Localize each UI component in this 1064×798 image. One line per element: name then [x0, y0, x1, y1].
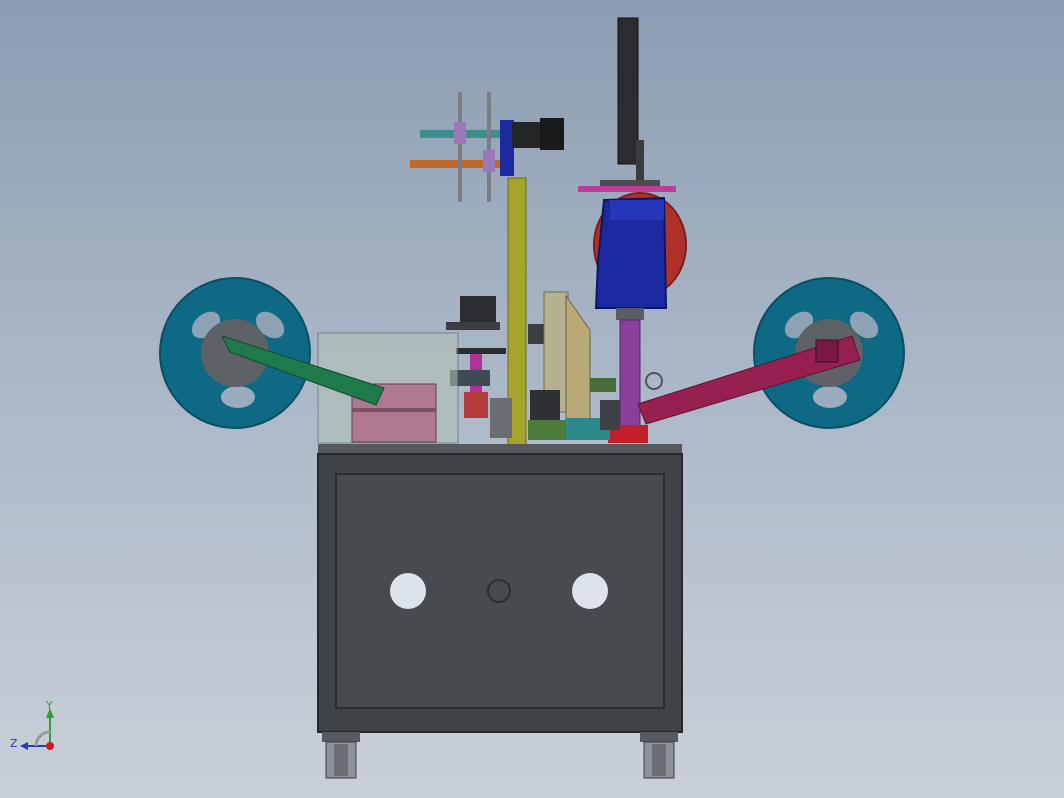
- spindle-assembly: [410, 92, 564, 202]
- caster-left: [322, 732, 360, 779]
- machine-cabinet: [317, 444, 683, 733]
- axis-y-label: Y: [45, 699, 53, 712]
- cad-viewport[interactable]: Y Z: [0, 0, 1064, 798]
- blue-head: [594, 196, 668, 320]
- caster-right: [640, 732, 678, 779]
- axis-triad-icon: Y Z: [10, 699, 54, 750]
- axis-z-label: Z: [10, 737, 18, 750]
- monitor-mount: [578, 17, 676, 192]
